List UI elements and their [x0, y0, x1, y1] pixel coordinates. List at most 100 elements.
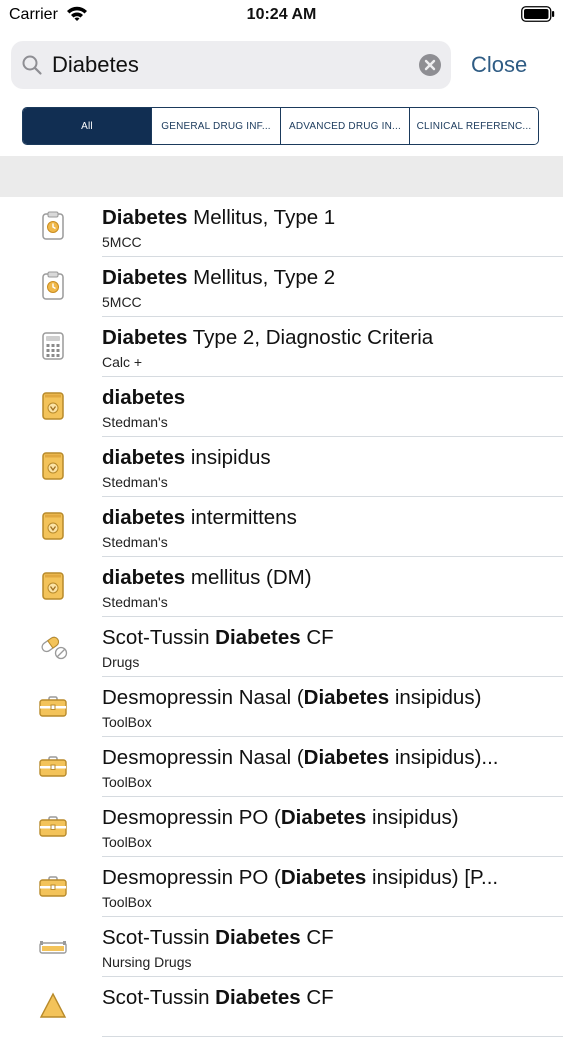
result-row[interactable]: Desmopressin Nasal (Diabetes insipidus) T… [0, 677, 563, 737]
segment-general-drug-info[interactable]: GENERAL DRUG INF... [151, 108, 280, 144]
battery-icon [521, 6, 555, 22]
result-title-suffix: insipidus) [P... [366, 866, 499, 889]
result-source: ToolBox [102, 774, 152, 790]
clipboard-icon [37, 270, 69, 302]
result-row[interactable]: Scot-Tussin Diabetes CF [0, 977, 563, 1037]
warning-icon [37, 990, 69, 1022]
result-source: Stedman's [102, 534, 168, 550]
result-row[interactable]: diabetes intermittens Stedman's [0, 497, 563, 557]
result-title-match: Diabetes [280, 866, 367, 889]
result-row[interactable]: Desmopressin PO (Diabetes insipidus) Tool… [0, 797, 563, 857]
result-row[interactable]: diabetes insipidus Stedman's [0, 437, 563, 497]
result-row[interactable]: diabetes Stedman's [0, 377, 563, 437]
result-source: ToolBox [102, 834, 152, 850]
toolbox-icon [37, 810, 69, 842]
result-title-suffix: insipidus [185, 446, 271, 469]
result-title-suffix: insipidus)... [389, 746, 499, 769]
toolbox-icon [37, 750, 69, 782]
close-button[interactable]: Close [471, 52, 527, 78]
search-icon [22, 55, 42, 75]
dictionary-icon [37, 450, 69, 482]
result-row[interactable]: Diabetes Mellitus, Type 2 5MCC [0, 257, 563, 317]
result-row[interactable]: Desmopressin Nasal (Diabetes insipidus).… [0, 737, 563, 797]
result-title-match: Diabetes [102, 326, 188, 349]
result-row[interactable]: Diabetes Type 2, Diagnostic Criteria Calc… [0, 317, 563, 377]
result-title: Diabetes Mellitus, Type 1 [102, 206, 542, 230]
result-title-match: Diabetes [102, 206, 188, 229]
result-title: Diabetes Type 2, Diagnostic Criteria [102, 326, 542, 350]
result-title-match: Diabetes [215, 626, 301, 649]
result-title-suffix: insipidus) [389, 686, 482, 709]
result-source: 5MCC [102, 234, 142, 250]
result-source: 5MCC [102, 294, 142, 310]
result-title: diabetes mellitus (DM) [102, 566, 542, 590]
pill-icon [37, 630, 69, 662]
result-title-match: diabetes [102, 506, 186, 529]
result-title-match: Diabetes [280, 806, 367, 829]
clear-icon[interactable] [419, 54, 441, 76]
dictionary-icon [37, 570, 69, 602]
result-title: Desmopressin Nasal (Diabetes insipidus) [102, 686, 542, 710]
result-title: diabetes insipidus [102, 446, 542, 470]
segment-clinical-reference[interactable]: CLINICAL REFERENC... [409, 108, 538, 144]
result-row[interactable]: Desmopressin PO (Diabetes insipidus) [P.… [0, 857, 563, 917]
dictionary-icon [37, 390, 69, 422]
clipboard-icon [37, 210, 69, 242]
result-title: Scot-Tussin Diabetes CF [102, 926, 542, 950]
result-title: Scot-Tussin Diabetes CF [102, 626, 542, 650]
result-title-match: Diabetes [303, 686, 390, 709]
result-title-suffix: CF [300, 626, 334, 649]
search-bar: Diabetes Close [0, 40, 563, 90]
result-title-match: diabetes [102, 386, 186, 409]
result-source: Stedman's [102, 594, 168, 610]
result-title-prefix: Desmopressin Nasal ( [102, 746, 304, 769]
results-list: Diabetes Mellitus, Type 1 5MCC Diabetes Me… [0, 197, 563, 1037]
result-title-prefix: Scot-Tussin [102, 986, 216, 1009]
search-input[interactable]: Diabetes [11, 41, 451, 89]
result-row[interactable]: Scot-Tussin Diabetes CF Nursing Drugs [0, 917, 563, 977]
result-title-prefix: Scot-Tussin [102, 626, 216, 649]
result-title-suffix: Type 2, Diagnostic Criteria [187, 326, 434, 349]
section-header [0, 156, 563, 197]
result-title-match: Diabetes [102, 266, 188, 289]
result-row[interactable]: Scot-Tussin Diabetes CF Drugs [0, 617, 563, 677]
nursing-drugs-icon [37, 930, 69, 962]
result-source: Stedman's [102, 474, 168, 490]
result-title: diabetes [102, 386, 542, 410]
result-title-suffix: Mellitus, Type 1 [187, 206, 336, 229]
result-row[interactable]: Diabetes Mellitus, Type 1 5MCC [0, 197, 563, 257]
result-title-match: diabetes [102, 446, 186, 469]
result-title: Scot-Tussin Diabetes CF [102, 986, 542, 1010]
result-title: Desmopressin PO (Diabetes insipidus) [102, 806, 542, 830]
result-title-suffix: CF [300, 986, 334, 1009]
dictionary-icon [37, 510, 69, 542]
result-title-match: Diabetes [215, 926, 301, 949]
result-title-suffix: intermittens [185, 506, 297, 529]
result-title-prefix: Desmopressin PO ( [102, 806, 281, 829]
status-bar: Carrier 10:24 AM [0, 0, 563, 30]
result-title-match: Diabetes [215, 986, 301, 1009]
clock: 10:24 AM [246, 6, 317, 23]
result-row[interactable]: diabetes mellitus (DM) Stedman's [0, 557, 563, 617]
result-title-match: diabetes [102, 566, 186, 589]
result-source: Nursing Drugs [102, 954, 192, 970]
result-source: ToolBox [102, 894, 152, 910]
result-title-suffix: insipidus) [366, 806, 459, 829]
result-title-match: Diabetes [303, 746, 390, 769]
result-source: ToolBox [102, 714, 152, 730]
result-title: Diabetes Mellitus, Type 2 [102, 266, 542, 290]
result-title-prefix: Desmopressin Nasal ( [102, 686, 304, 709]
result-title-prefix: Desmopressin PO ( [102, 866, 281, 889]
toolbox-icon [37, 870, 69, 902]
result-title: Desmopressin PO (Diabetes insipidus) [P.… [102, 866, 542, 890]
result-source: Drugs [102, 654, 140, 670]
result-title-suffix: Mellitus, Type 2 [187, 266, 336, 289]
result-title: Desmopressin Nasal (Diabetes insipidus).… [102, 746, 542, 770]
result-source: Stedman's [102, 414, 168, 430]
segment-all[interactable]: All [23, 108, 151, 144]
filter-segmented-control: All GENERAL DRUG INF... ADVANCED DRUG IN… [22, 107, 539, 145]
result-source: Calc + [102, 354, 143, 370]
result-title-suffix: mellitus (DM) [185, 566, 312, 589]
search-query: Diabetes [52, 52, 139, 77]
segment-advanced-drug-info[interactable]: ADVANCED DRUG IN... [280, 108, 409, 144]
